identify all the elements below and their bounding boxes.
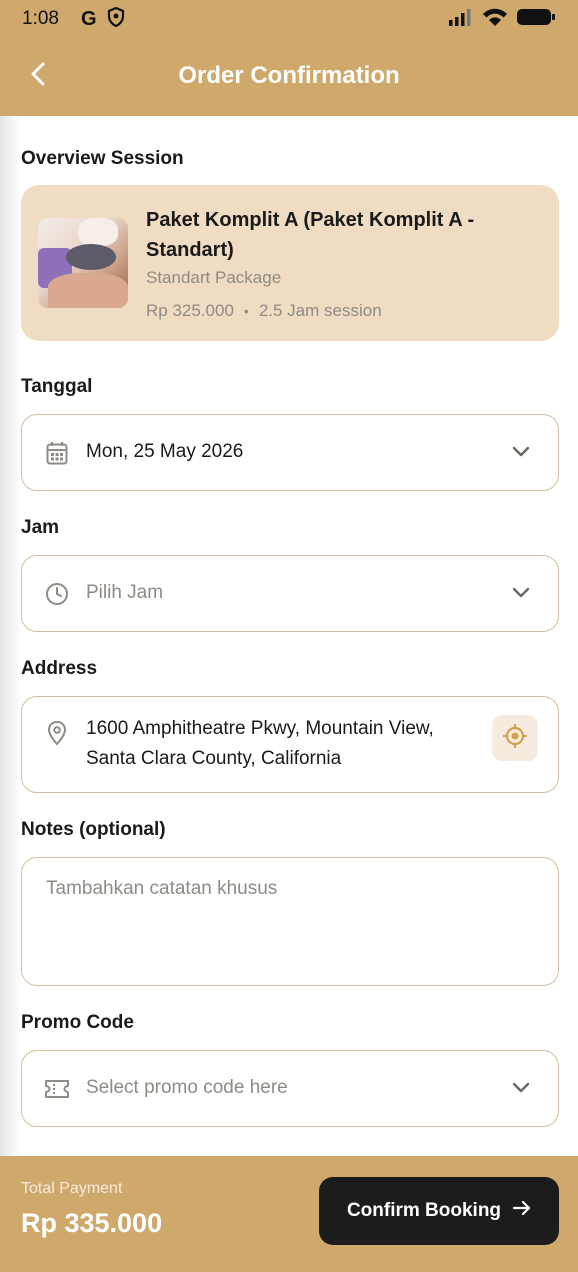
app-header: 1:08 G Order Confirmation <box>0 0 578 116</box>
google-icon: G <box>80 7 97 30</box>
chevron-down-icon <box>510 1077 532 1099</box>
date-select[interactable]: Mon, 25 May 2026 <box>21 414 559 491</box>
confirm-booking-button[interactable]: Confirm Booking <box>319 1177 559 1245</box>
total-payment-label: Total Payment <box>21 1180 123 1197</box>
nav-bar: Order Confirmation <box>0 40 578 112</box>
page-title: Order Confirmation <box>178 62 400 89</box>
address-label: Address <box>21 658 98 679</box>
time-label: Jam <box>21 517 60 538</box>
promo-label: Promo Code <box>21 1012 134 1033</box>
map-pin-icon <box>44 720 70 746</box>
time-select[interactable]: Pilih Jam <box>21 555 559 632</box>
package-duration: 2.5 Jam session <box>258 301 382 320</box>
promo-placeholder: Select promo code here <box>86 1077 288 1098</box>
package-name: Paket Komplit A (Paket Komplit A - Stand… <box>146 209 475 261</box>
arrow-right-icon <box>512 1200 531 1222</box>
chevron-down-icon <box>510 441 532 463</box>
address-line-2: Santa Clara County, California <box>86 748 342 769</box>
wifi-icon <box>482 7 508 32</box>
calendar-icon <box>44 440 70 466</box>
status-time: 1:08 <box>22 8 59 29</box>
package-meta: Rp 325.000 • 2.5 Jam session <box>146 301 382 321</box>
package-card: Paket Komplit A (Paket Komplit A - Stand… <box>21 185 559 341</box>
date-label: Tanggal <box>21 376 93 397</box>
chevron-down-icon <box>510 582 532 604</box>
address-value: 1600 Amphitheatre Pkwy, Mountain View, S… <box>86 714 486 774</box>
back-button[interactable] <box>20 56 56 96</box>
notes-field <box>21 857 559 986</box>
promo-select[interactable]: Select promo code here <box>21 1050 559 1127</box>
package-price: Rp 325.000 <box>146 301 234 320</box>
locate-me-button[interactable] <box>492 715 538 761</box>
address-line-1: 1600 Amphitheatre Pkwy, Mountain View, <box>86 718 434 739</box>
confirm-booking-label: Confirm Booking <box>346 1200 502 1221</box>
date-value: Mon, 25 May 2026 <box>86 441 244 462</box>
time-placeholder: Pilih Jam <box>86 582 164 603</box>
package-type: Standart Package <box>146 268 282 287</box>
notes-label: Notes (optional) <box>21 819 166 840</box>
target-location-icon <box>502 723 528 754</box>
notes-textarea[interactable] <box>22 858 558 985</box>
signal-icon <box>448 7 474 32</box>
overview-section-label: Overview Session <box>21 148 184 169</box>
shield-icon <box>107 6 125 32</box>
status-bar: 1:08 G <box>0 0 578 38</box>
meta-separator: • <box>243 303 249 319</box>
address-field[interactable]: 1600 Amphitheatre Pkwy, Mountain View, S… <box>21 696 559 793</box>
total-payment-value: Rp 335.000 <box>21 1208 163 1238</box>
ticket-icon <box>44 1076 70 1102</box>
payment-footer: Total Payment Rp 335.000 Confirm Booking <box>0 1156 578 1272</box>
package-thumbnail <box>38 218 128 308</box>
clock-icon <box>44 581 70 607</box>
back-arrow-icon <box>30 62 46 91</box>
edge-shadow <box>0 116 22 1156</box>
battery-icon <box>516 7 556 32</box>
